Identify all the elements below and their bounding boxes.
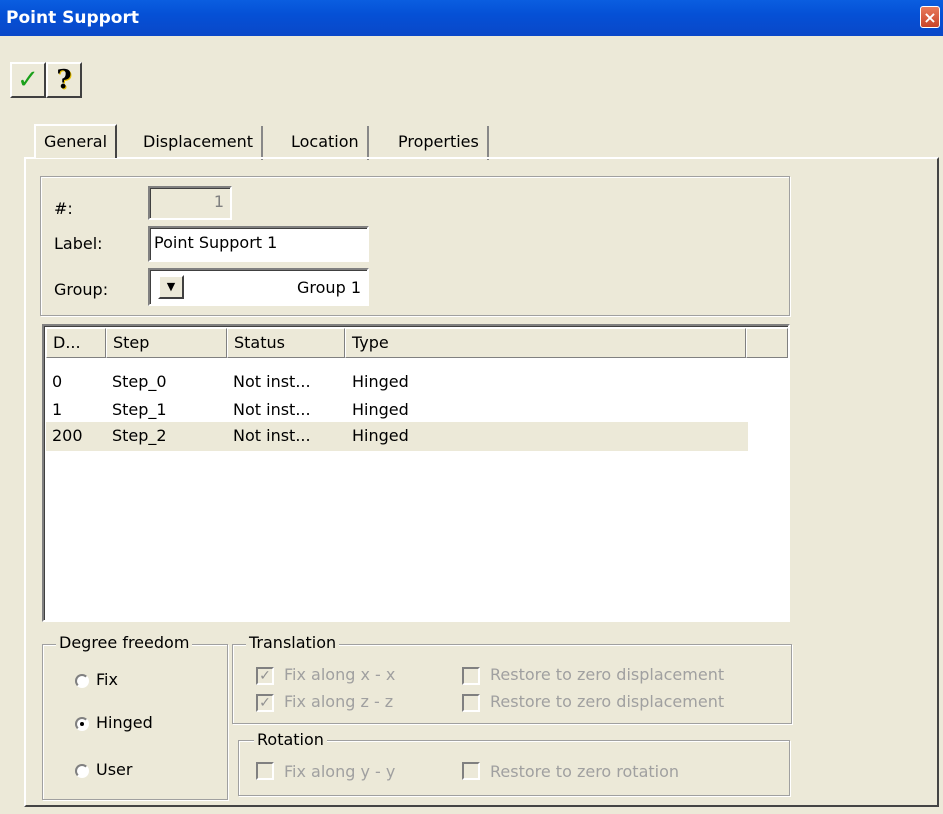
checkmark-icon: ✓ <box>259 695 271 711</box>
column-header-d[interactable]: D... <box>46 328 106 358</box>
checkmark-icon: ✓ <box>17 65 39 95</box>
radio-user[interactable] <box>75 764 89 778</box>
title-bar: Point Support × <box>0 0 943 36</box>
column-header-label: D... <box>53 333 81 352</box>
radio-fix[interactable] <box>75 674 89 688</box>
cell-status: Not inst... <box>233 372 311 391</box>
label-input[interactable]: Point Support 1 <box>148 226 369 262</box>
checkmark-icon: ✓ <box>259 668 271 684</box>
cell-type: Hinged <box>352 372 409 391</box>
cell-d: 1 <box>52 400 63 419</box>
cell-step: Step_0 <box>112 372 167 391</box>
label-value: Point Support 1 <box>154 233 278 252</box>
column-header-status[interactable]: Status <box>227 328 345 358</box>
tab-label: Displacement <box>143 132 253 151</box>
fix-x-label: Fix along x - x <box>284 665 396 684</box>
table-row[interactable]: 1 Step_1 Not inst... Hinged <box>46 396 790 425</box>
label-label: Label: <box>54 234 103 253</box>
tab-location[interactable]: Location <box>283 126 369 160</box>
fix-z-label: Fix along z - z <box>284 692 394 711</box>
group-select[interactable]: ▼ Group 1 <box>148 268 369 306</box>
checkbox-restore-1[interactable] <box>462 667 480 685</box>
column-header-type[interactable]: Type <box>345 328 746 358</box>
close-button[interactable]: × <box>920 6 940 28</box>
restore-rotation-label: Restore to zero rotation <box>490 762 680 781</box>
dropdown-button[interactable]: ▼ <box>158 275 184 299</box>
checkbox-fix-z[interactable]: ✓ <box>256 694 274 712</box>
tab-label: Location <box>291 132 359 151</box>
cell-type: Hinged <box>352 400 409 419</box>
column-header-label: Status <box>234 333 285 352</box>
column-header-blank <box>746 328 788 358</box>
cell-d: 200 <box>52 426 83 445</box>
radio-user-label: User <box>96 760 133 779</box>
column-header-label: Type <box>352 333 389 352</box>
radio-hinged-label: Hinged <box>96 713 153 732</box>
radio-hinged[interactable] <box>75 717 89 731</box>
translation-title: Translation <box>246 634 340 652</box>
degree-freedom-title: Degree freedom <box>56 634 193 652</box>
steps-list[interactable]: D... Step Status Type 0 Step_0 Not inst.… <box>42 324 790 622</box>
group-value: Group 1 <box>297 278 361 297</box>
radio-dot <box>80 722 84 726</box>
group-label: Group: <box>54 280 109 299</box>
tab-properties[interactable]: Properties <box>390 126 489 160</box>
table-row-selected[interactable]: 200 Step_2 Not inst... Hinged <box>46 422 748 451</box>
column-header-label: Step <box>113 333 150 352</box>
fix-y-label: Fix along y - y <box>284 762 396 781</box>
number-value: 1 <box>213 192 224 211</box>
ok-button[interactable]: ✓ <box>10 62 46 98</box>
restore-1-label: Restore to zero displacement <box>490 665 725 684</box>
cell-status: Not inst... <box>233 426 311 445</box>
radio-fix-label: Fix <box>96 670 118 689</box>
checkbox-restore-2[interactable] <box>462 694 480 712</box>
help-icon: ? <box>56 65 72 95</box>
cell-step: Step_2 <box>112 426 167 445</box>
tab-general[interactable]: General <box>34 124 118 158</box>
cell-type: Hinged <box>352 426 409 445</box>
tab-label: Properties <box>398 132 479 151</box>
checkbox-fix-y[interactable] <box>256 762 274 780</box>
cell-step: Step_1 <box>112 400 167 419</box>
tab-label: General <box>44 132 108 151</box>
window-title: Point Support <box>6 8 139 28</box>
restore-2-label: Restore to zero displacement <box>490 692 725 711</box>
checkbox-fix-x[interactable]: ✓ <box>256 667 274 685</box>
translation-group <box>232 644 792 724</box>
close-icon: × <box>923 8 937 27</box>
rotation-title: Rotation <box>254 731 327 749</box>
help-button[interactable]: ? <box>46 62 82 98</box>
column-header-step[interactable]: Step <box>106 328 227 358</box>
chevron-down-icon: ▼ <box>166 280 176 293</box>
cell-d: 0 <box>52 372 63 391</box>
number-label: #: <box>54 199 73 218</box>
tab-displacement[interactable]: Displacement <box>135 126 263 160</box>
number-field: 1 <box>148 186 232 220</box>
table-row[interactable]: 0 Step_0 Not inst... Hinged <box>46 368 790 397</box>
checkbox-restore-rotation[interactable] <box>462 762 480 780</box>
cell-status: Not inst... <box>233 400 311 419</box>
